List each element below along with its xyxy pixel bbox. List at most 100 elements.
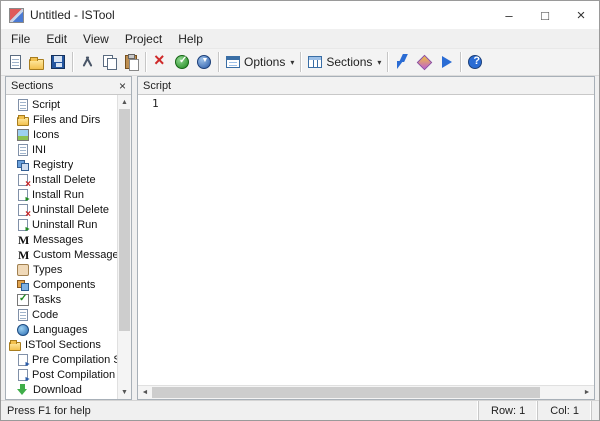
sidebar-item-label: Script: [32, 99, 60, 111]
new-button[interactable]: [5, 51, 26, 74]
sidebar-item-ini[interactable]: INI: [6, 142, 117, 157]
sidebar-item-languages[interactable]: Languages: [6, 322, 117, 337]
sidebar-item-messages[interactable]: Messages: [6, 232, 117, 247]
editor-title: Script: [143, 80, 171, 92]
menu-project[interactable]: Project: [117, 29, 170, 48]
menu-view[interactable]: View: [75, 29, 117, 48]
scroll-up-button[interactable]: ▲: [118, 95, 131, 109]
vertical-scrollbar-track[interactable]: [118, 331, 131, 385]
uninstall-run-icon: [18, 219, 28, 231]
tasks-icon: [17, 294, 29, 306]
icons-icon: [17, 129, 29, 141]
sections-panel-close-button[interactable]: ×: [119, 80, 126, 92]
sidebar-item-uninstall-delete[interactable]: Uninstall Delete: [6, 202, 117, 217]
ini-icon: [18, 144, 28, 156]
sidebar-item-components[interactable]: Components: [6, 277, 117, 292]
sidebar-item-label: Install Delete: [32, 174, 96, 186]
toolbar-separator: [72, 52, 73, 72]
menu-file[interactable]: File: [3, 29, 38, 48]
sidebar-item-uninstall-run[interactable]: Uninstall Run: [6, 217, 117, 232]
toolbar-separator: [218, 52, 219, 72]
statusbar: Press F1 for help Row: 1 Col: 1: [1, 400, 599, 420]
scroll-down-button[interactable]: ▼: [118, 385, 131, 399]
sidebar-item-label: Post Compilation: [32, 369, 115, 381]
maximize-button[interactable]: □: [527, 1, 563, 29]
app-window: Untitled - ISTool – □ × FileEditViewProj…: [0, 0, 600, 421]
compile-button[interactable]: [391, 51, 413, 74]
wizard-button[interactable]: [413, 51, 435, 74]
dropdown-caret-icon[interactable]: ▾: [377, 58, 381, 67]
toolbar-separator: [145, 52, 146, 72]
cut-button[interactable]: [76, 51, 98, 74]
go-button[interactable]: [193, 51, 215, 74]
minimize-button[interactable]: –: [491, 1, 527, 29]
sidebar-item-download[interactable]: Download: [6, 382, 117, 397]
menubar: FileEditViewProjectHelp: [1, 29, 599, 49]
titlebar: Untitled - ISTool – □ ×: [1, 1, 599, 29]
scroll-left-button[interactable]: ◄: [138, 386, 152, 399]
sections-button[interactable]: Sections ▾: [304, 51, 384, 74]
line-number: 1: [152, 97, 159, 110]
menu-help[interactable]: Help: [170, 29, 211, 48]
editor-horizontal-scrollbar[interactable]: ◄ ►: [138, 385, 594, 399]
open-button[interactable]: [26, 51, 47, 74]
paste-button[interactable]: [120, 51, 142, 74]
script-editor[interactable]: 1: [138, 95, 594, 385]
types-icon: [17, 264, 29, 276]
delete-button[interactable]: [149, 51, 171, 74]
sidebar-item-install-delete[interactable]: Install Delete: [6, 172, 117, 187]
sidebar-vertical-scrollbar[interactable]: ▲ ▼: [117, 95, 131, 399]
sections-button-label: Sections: [326, 55, 372, 69]
sidebar-item-label: INI: [32, 144, 46, 156]
messages-icon: [17, 234, 29, 246]
custom-messages-icon: [17, 249, 29, 261]
sidebar-item-custom-message[interactable]: Custom Message: [6, 247, 117, 262]
install-run-icon: [18, 189, 28, 201]
sidebar-item-code[interactable]: Code: [6, 307, 117, 322]
toolbar-separator: [387, 52, 388, 72]
sidebar-item-label: Messages: [33, 234, 83, 246]
scroll-up-icon: ▲: [121, 99, 128, 106]
open-folder-icon: [29, 59, 44, 70]
sidebar-item-script[interactable]: Script: [6, 97, 117, 112]
sidebar-item-icons[interactable]: Icons: [6, 127, 117, 142]
sidebar-item-istool-sections[interactable]: ISTool Sections: [6, 337, 117, 352]
help-button[interactable]: [464, 51, 486, 74]
files-icon: [17, 117, 29, 126]
dropdown-caret-icon[interactable]: ▾: [290, 58, 294, 67]
languages-icon: [17, 324, 29, 336]
toolbar: Options ▾ Sections ▾: [1, 49, 599, 76]
menu-edit[interactable]: Edit: [38, 29, 75, 48]
app-icon: [9, 8, 24, 23]
sections-panel-title: Sections: [11, 80, 53, 92]
toolbar-separator: [460, 52, 461, 72]
options-button[interactable]: Options ▾: [222, 51, 297, 74]
copy-icon: [101, 54, 117, 70]
horizontal-scrollbar-thumb[interactable]: [152, 387, 540, 398]
save-button[interactable]: [47, 51, 69, 74]
sidebar-item-files-and-dirs[interactable]: Files and Dirs: [6, 112, 117, 127]
pre-compile-icon: [18, 354, 28, 366]
horizontal-scrollbar-track[interactable]: [540, 386, 580, 399]
post-compile-icon: [18, 369, 28, 381]
sidebar-item-registry[interactable]: Registry: [6, 157, 117, 172]
window-title: Untitled - ISTool: [30, 8, 115, 22]
close-icon: ×: [577, 7, 586, 24]
scroll-right-button[interactable]: ►: [580, 386, 594, 399]
vertical-scrollbar-thumb[interactable]: [119, 109, 130, 331]
minimize-icon: –: [505, 8, 512, 23]
options-button-label: Options: [244, 55, 285, 69]
status-end-panel: [591, 401, 599, 420]
uninstall-delete-icon: [18, 204, 28, 216]
run-button[interactable]: [435, 51, 457, 74]
green-circle-check-icon: [175, 55, 189, 69]
sidebar-item-tasks[interactable]: Tasks: [6, 292, 117, 307]
check-button[interactable]: [171, 51, 193, 74]
sidebar-item-types[interactable]: Types: [6, 262, 117, 277]
sidebar-item-post-compilation[interactable]: Post Compilation: [6, 367, 117, 382]
scroll-right-icon: ►: [584, 389, 591, 396]
sidebar-item-install-run[interactable]: Install Run: [6, 187, 117, 202]
copy-button[interactable]: [98, 51, 120, 74]
sidebar-item-pre-compilation-s[interactable]: Pre Compilation S: [6, 352, 117, 367]
close-button[interactable]: ×: [563, 1, 599, 29]
